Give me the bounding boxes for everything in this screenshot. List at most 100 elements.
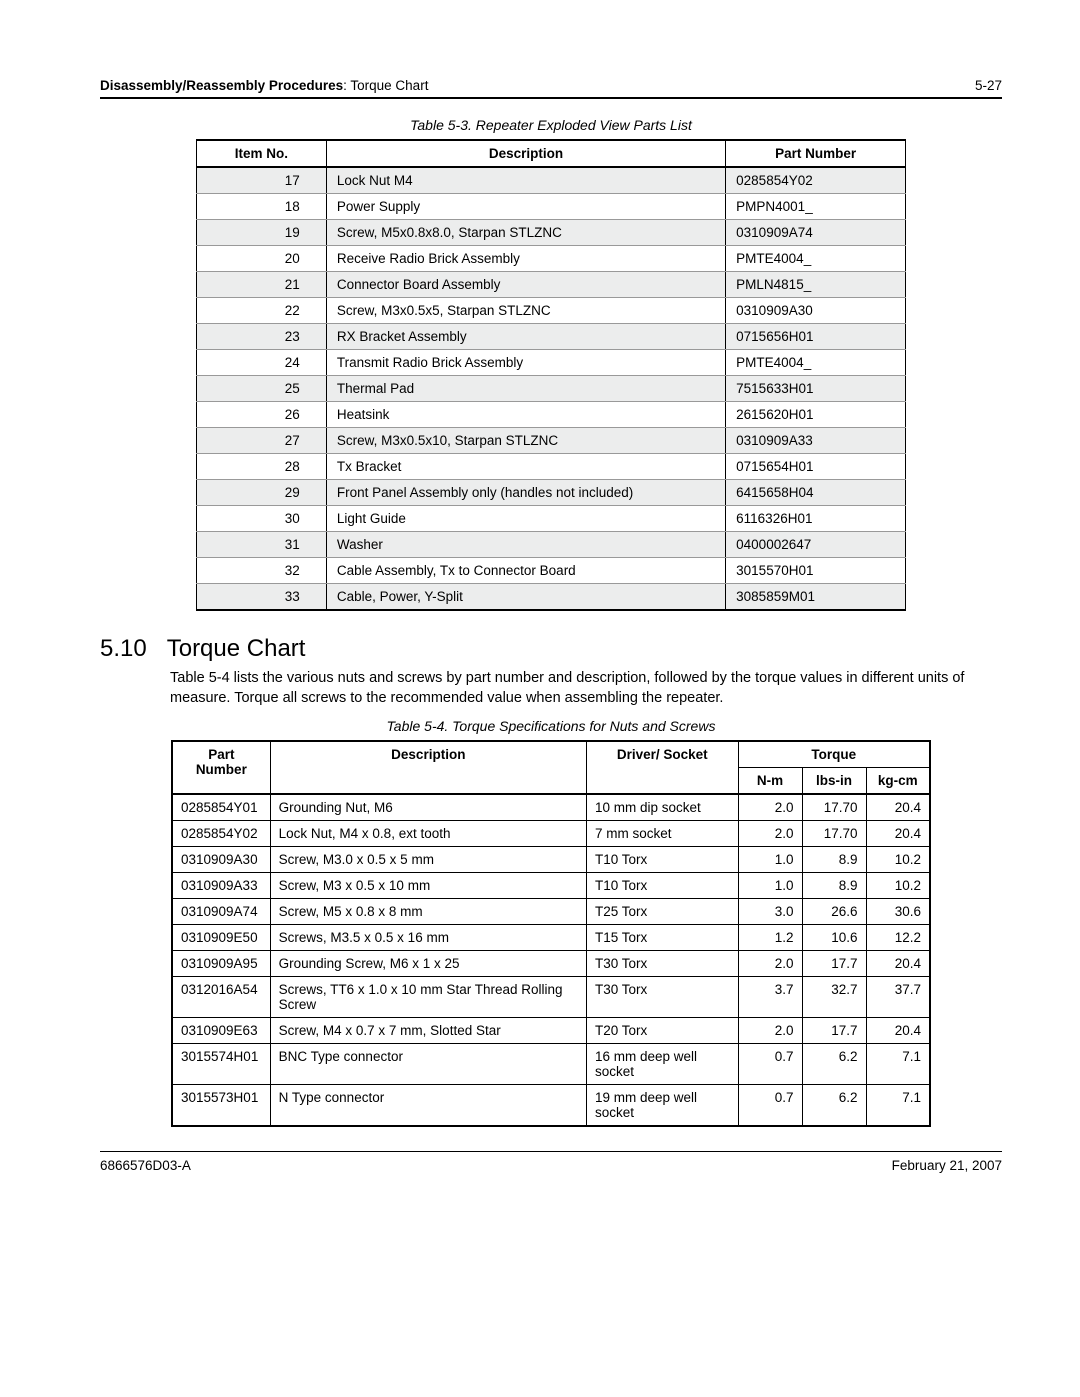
footer-rule — [100, 1151, 1002, 1152]
table-row: 0310909A30Screw, M3.0 x 0.5 x 5 mmT10 To… — [172, 847, 930, 873]
cell-description: N Type connector — [270, 1085, 586, 1127]
cell-description: Washer — [326, 532, 725, 558]
table-row: 23RX Bracket Assembly0715656H01 — [197, 324, 906, 350]
table-row: 0310909E50Screws, M3.5 x 0.5 x 16 mmT15 … — [172, 925, 930, 951]
cell-driver-socket: 16 mm deep well socket — [586, 1044, 738, 1085]
cell-driver-socket: T20 Torx — [586, 1018, 738, 1044]
page-footer: 6866576D03-A February 21, 2007 — [100, 1158, 1002, 1173]
cell-part-number: 3015570H01 — [726, 558, 906, 584]
cell-description: Connector Board Assembly — [326, 272, 725, 298]
cell-part-number: 0310909A30 — [172, 847, 270, 873]
cell-item-no: 23 — [197, 324, 327, 350]
section-number: 5.10 — [100, 635, 147, 663]
table-row: 3015573H01N Type connector19 mm deep wel… — [172, 1085, 930, 1127]
cell-nm: 2.0 — [738, 794, 802, 821]
cell-driver-socket: T15 Torx — [586, 925, 738, 951]
cell-part-number: 0400002647 — [726, 532, 906, 558]
col-header-nm: N-m — [738, 768, 802, 795]
cell-nm: 1.2 — [738, 925, 802, 951]
cell-description: BNC Type connector — [270, 1044, 586, 1085]
cell-kgcm: 7.1 — [866, 1044, 930, 1085]
cell-part-number: 0310909E63 — [172, 1018, 270, 1044]
cell-part-number: 6116326H01 — [726, 506, 906, 532]
cell-kgcm: 12.2 — [866, 925, 930, 951]
cell-part-number: 0310909A30 — [726, 298, 906, 324]
table-row: 33Cable, Power, Y-Split3085859M01 — [197, 584, 906, 611]
table-row: 0310909A74Screw, M5 x 0.8 x 8 mmT25 Torx… — [172, 899, 930, 925]
cell-nm: 0.7 — [738, 1044, 802, 1085]
cell-nm: 3.7 — [738, 977, 802, 1018]
cell-kgcm: 20.4 — [866, 821, 930, 847]
cell-part-number: 0310909A33 — [172, 873, 270, 899]
table-row: 0310909E63Screw, M4 x 0.7 x 7 mm, Slotte… — [172, 1018, 930, 1044]
table-row: 25Thermal Pad7515633H01 — [197, 376, 906, 402]
cell-kgcm: 30.6 — [866, 899, 930, 925]
torque-spec-table: Part Number Description Driver/ Socket T… — [171, 740, 931, 1127]
col-header-item: Item No. — [197, 140, 327, 167]
cell-kgcm: 10.2 — [866, 847, 930, 873]
cell-lbsin: 10.6 — [802, 925, 866, 951]
cell-kgcm: 7.1 — [866, 1085, 930, 1127]
cell-part-number: 0715656H01 — [726, 324, 906, 350]
cell-part-number: 0715654H01 — [726, 454, 906, 480]
cell-part-number: PMPN4001_ — [726, 194, 906, 220]
cell-driver-socket: T10 Torx — [586, 847, 738, 873]
col-header-torque: Torque — [738, 741, 930, 768]
cell-item-no: 20 — [197, 246, 327, 272]
cell-description: Thermal Pad — [326, 376, 725, 402]
col-header-lbsin: lbs-in — [802, 768, 866, 795]
cell-item-no: 24 — [197, 350, 327, 376]
col-header-driver-socket: Driver/ Socket — [586, 741, 738, 794]
cell-item-no: 31 — [197, 532, 327, 558]
cell-part-number: 0312016A54 — [172, 977, 270, 1018]
table-row: 29Front Panel Assembly only (handles not… — [197, 480, 906, 506]
table-row: 0312016A54Screws, TT6 x 1.0 x 10 mm Star… — [172, 977, 930, 1018]
cell-part-number: 3085859M01 — [726, 584, 906, 611]
cell-description: Light Guide — [326, 506, 725, 532]
cell-kgcm: 20.4 — [866, 1018, 930, 1044]
footer-date: February 21, 2007 — [892, 1158, 1002, 1173]
cell-part-number: 3015574H01 — [172, 1044, 270, 1085]
cell-item-no: 29 — [197, 480, 327, 506]
table-row: 19Screw, M5x0.8x8.0, Starpan STLZNC03109… — [197, 220, 906, 246]
table-row: 26Heatsink2615620H01 — [197, 402, 906, 428]
table-row: 17Lock Nut M40285854Y02 — [197, 167, 906, 194]
cell-driver-socket: T30 Torx — [586, 951, 738, 977]
cell-item-no: 19 — [197, 220, 327, 246]
table-row: 21Connector Board AssemblyPMLN4815_ — [197, 272, 906, 298]
table-row: 20Receive Radio Brick AssemblyPMTE4004_ — [197, 246, 906, 272]
cell-nm: 0.7 — [738, 1085, 802, 1127]
cell-driver-socket: T30 Torx — [586, 977, 738, 1018]
cell-part-number: 0310909A95 — [172, 951, 270, 977]
cell-lbsin: 26.6 — [802, 899, 866, 925]
header-section-bold: Disassembly/Reassembly Procedures — [100, 78, 343, 93]
cell-item-no: 22 — [197, 298, 327, 324]
col-header-description: Description — [326, 140, 725, 167]
header-section-rest: : Torque Chart — [343, 78, 428, 93]
cell-part-number: 0310909A74 — [172, 899, 270, 925]
cell-item-no: 26 — [197, 402, 327, 428]
cell-lbsin: 8.9 — [802, 847, 866, 873]
cell-description: Lock Nut M4 — [326, 167, 725, 194]
cell-driver-socket: T25 Torx — [586, 899, 738, 925]
table-row: 0285854Y02Lock Nut, M4 x 0.8, ext tooth7… — [172, 821, 930, 847]
cell-item-no: 28 — [197, 454, 327, 480]
col-header-part-number: Part Number — [172, 741, 270, 794]
table-row: 0285854Y01Grounding Nut, M610 mm dip soc… — [172, 794, 930, 821]
cell-nm: 1.0 — [738, 847, 802, 873]
cell-nm: 3.0 — [738, 899, 802, 925]
cell-lbsin: 8.9 — [802, 873, 866, 899]
cell-lbsin: 17.70 — [802, 794, 866, 821]
cell-description: Heatsink — [326, 402, 725, 428]
page: Disassembly/Reassembly Procedures: Torqu… — [0, 0, 1080, 1397]
cell-lbsin: 17.7 — [802, 1018, 866, 1044]
cell-description: Screws, TT6 x 1.0 x 10 mm Star Thread Ro… — [270, 977, 586, 1018]
header-section-path: Disassembly/Reassembly Procedures: Torqu… — [100, 78, 428, 93]
cell-lbsin: 6.2 — [802, 1085, 866, 1127]
cell-part-number: 0285854Y01 — [172, 794, 270, 821]
cell-description: Screw, M3 x 0.5 x 10 mm — [270, 873, 586, 899]
header-page-number: 5-27 — [975, 78, 1002, 93]
table-5-3-caption: Table 5-3. Repeater Exploded View Parts … — [100, 117, 1002, 133]
table-row: 32Cable Assembly, Tx to Connector Board3… — [197, 558, 906, 584]
header-rule — [100, 97, 1002, 99]
